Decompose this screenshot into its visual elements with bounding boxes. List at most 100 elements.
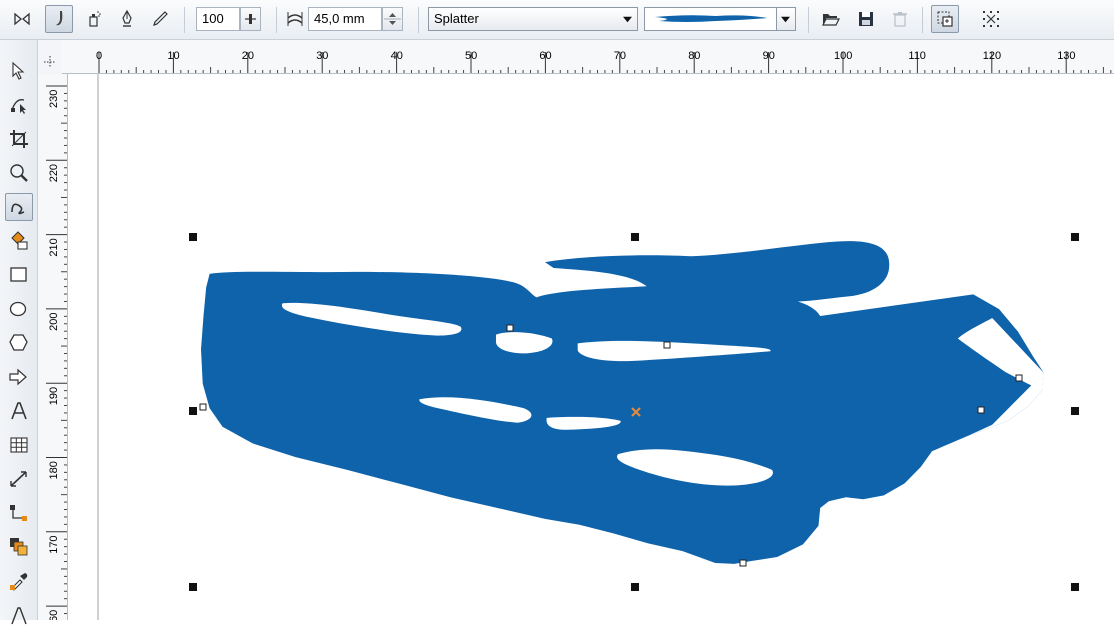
preset-dropdown[interactable]: Splatter xyxy=(428,7,638,31)
path-node-marker[interactable] xyxy=(506,324,514,332)
selection-handle[interactable] xyxy=(1071,583,1079,591)
save-icon xyxy=(859,12,873,26)
transform-icon xyxy=(983,11,999,27)
chevron-down-icon xyxy=(623,16,632,23)
basic-shapes-tool[interactable] xyxy=(5,363,33,391)
selection-handle[interactable] xyxy=(189,583,197,591)
ruler-tick-label: 60 xyxy=(539,50,551,62)
sprayer-mode-button[interactable] xyxy=(80,5,108,33)
envelope-button[interactable] xyxy=(931,5,959,33)
stroke-width-input[interactable]: 45,0 mm xyxy=(308,7,382,31)
stroke-width-spinner[interactable] xyxy=(382,7,403,31)
stroke-width-icon xyxy=(287,12,303,26)
brush-mode-button[interactable] xyxy=(45,5,73,33)
pressure-mode-button[interactable] xyxy=(146,5,174,33)
ruler-tick-label: 90 xyxy=(763,50,775,62)
freehand-tool[interactable] xyxy=(5,193,33,221)
ruler-tick-label: 130 xyxy=(1057,50,1075,62)
eyedropper-icon xyxy=(10,573,28,591)
transform-button[interactable] xyxy=(977,5,1005,33)
outline-tool[interactable] xyxy=(5,601,33,629)
polygon-tool[interactable] xyxy=(5,329,33,357)
ruler-tick-label: 80 xyxy=(688,50,700,62)
ellipse-tool[interactable] xyxy=(5,295,33,323)
selection-handle[interactable] xyxy=(189,407,197,415)
selection-handle[interactable] xyxy=(631,233,639,241)
smart-fill-tool[interactable] xyxy=(5,227,33,255)
smoothing-slider-button[interactable] xyxy=(240,7,261,31)
smoothing-input[interactable]: 100 xyxy=(196,7,240,31)
table-tool[interactable] xyxy=(5,431,33,459)
chevron-down-icon xyxy=(781,16,790,23)
ruler-tick-label: 10 xyxy=(167,50,179,62)
ruler-tick-label: 100 xyxy=(834,50,852,62)
calligraphic-mode-button[interactable] xyxy=(113,5,141,33)
save-preset-button[interactable] xyxy=(852,5,880,33)
selection-handle[interactable] xyxy=(1071,233,1079,241)
rectangle-tool[interactable] xyxy=(5,261,33,289)
crop-icon xyxy=(10,130,28,148)
ruler-tick-label: 40 xyxy=(391,50,403,62)
text-a-icon xyxy=(11,402,27,420)
separator xyxy=(184,7,185,33)
ruler-tick-label: 70 xyxy=(614,50,626,62)
dimension-icon xyxy=(10,471,27,487)
ruler-tick-label: 230 xyxy=(48,90,60,108)
splatter-brush-stroke[interactable] xyxy=(201,241,1044,564)
horizontal-ruler[interactable]: 0 10 20 30 40 50 60 70 80 90 100 110 120 130 xyxy=(62,40,1114,74)
brush-icon xyxy=(56,11,63,26)
selection-handle[interactable] xyxy=(1071,407,1079,415)
stroke-preview-dropdown[interactable] xyxy=(644,7,796,31)
vertical-ruler-scale: 230 220 210 200 190 180 170 160 xyxy=(46,85,67,628)
preset-dropdown-value: Splatter xyxy=(434,11,479,26)
table-icon xyxy=(10,437,28,453)
path-node-marker[interactable] xyxy=(1015,374,1023,382)
path-node-marker[interactable] xyxy=(199,403,207,411)
selection-handle[interactable] xyxy=(631,583,639,591)
folder-open-icon xyxy=(822,14,840,26)
ruler-tick-label: 200 xyxy=(48,313,60,331)
eyedropper-tool[interactable] xyxy=(5,567,33,595)
horizontal-ruler-scale: 0 10 20 30 40 50 60 70 80 90 100 110 120 130 xyxy=(96,50,1112,73)
connector-tool[interactable] xyxy=(5,499,33,527)
slider-icon xyxy=(245,14,256,24)
text-tool[interactable] xyxy=(5,397,33,425)
blend-tool[interactable] xyxy=(5,533,33,561)
arrow-shapes-icon xyxy=(9,368,27,386)
stroke-preview-dropdown-button[interactable] xyxy=(776,8,795,30)
dimension-tool[interactable] xyxy=(5,465,33,493)
ruler-tick-label: 30 xyxy=(316,50,328,62)
path-node-marker[interactable] xyxy=(739,559,747,567)
crop-tool[interactable] xyxy=(5,125,33,153)
shape-tool[interactable] xyxy=(5,91,33,119)
ellipse-icon xyxy=(9,301,27,317)
drawing-canvas[interactable] xyxy=(68,74,1114,620)
separator xyxy=(808,7,809,33)
pressure-pen-icon xyxy=(153,11,168,26)
zoom-tool[interactable] xyxy=(5,159,33,187)
vertical-ruler[interactable]: 230 220 210 200 190 180 170 160 xyxy=(38,74,68,628)
toolbox xyxy=(0,40,38,625)
envelope-icon xyxy=(937,11,953,27)
mirror-button[interactable] xyxy=(8,5,36,33)
ruler-tick-label: 220 xyxy=(48,164,60,182)
path-node-marker[interactable] xyxy=(663,341,671,349)
calligraphic-pen-icon xyxy=(122,9,132,27)
spinner-arrows-icon xyxy=(384,13,401,25)
selection-handle[interactable] xyxy=(189,233,197,241)
rectangle-icon xyxy=(10,267,27,282)
ruler-origin-corner[interactable] xyxy=(38,40,62,74)
pick-tool[interactable] xyxy=(5,57,33,85)
ruler-tick-label: 160 xyxy=(48,610,60,620)
polygon-icon xyxy=(9,334,28,351)
delete-preset-button[interactable] xyxy=(886,5,914,33)
shape-node-icon xyxy=(11,99,26,114)
ruler-tick-label: 110 xyxy=(908,50,926,62)
ruler-tick-label: 20 xyxy=(242,50,254,62)
ruler-tick-label: 0 xyxy=(96,50,102,62)
open-preset-button[interactable] xyxy=(817,5,845,33)
trash-icon xyxy=(893,12,907,27)
separator xyxy=(922,7,923,33)
path-node-marker[interactable] xyxy=(977,406,985,414)
ruler-tick-label: 120 xyxy=(983,50,1001,62)
